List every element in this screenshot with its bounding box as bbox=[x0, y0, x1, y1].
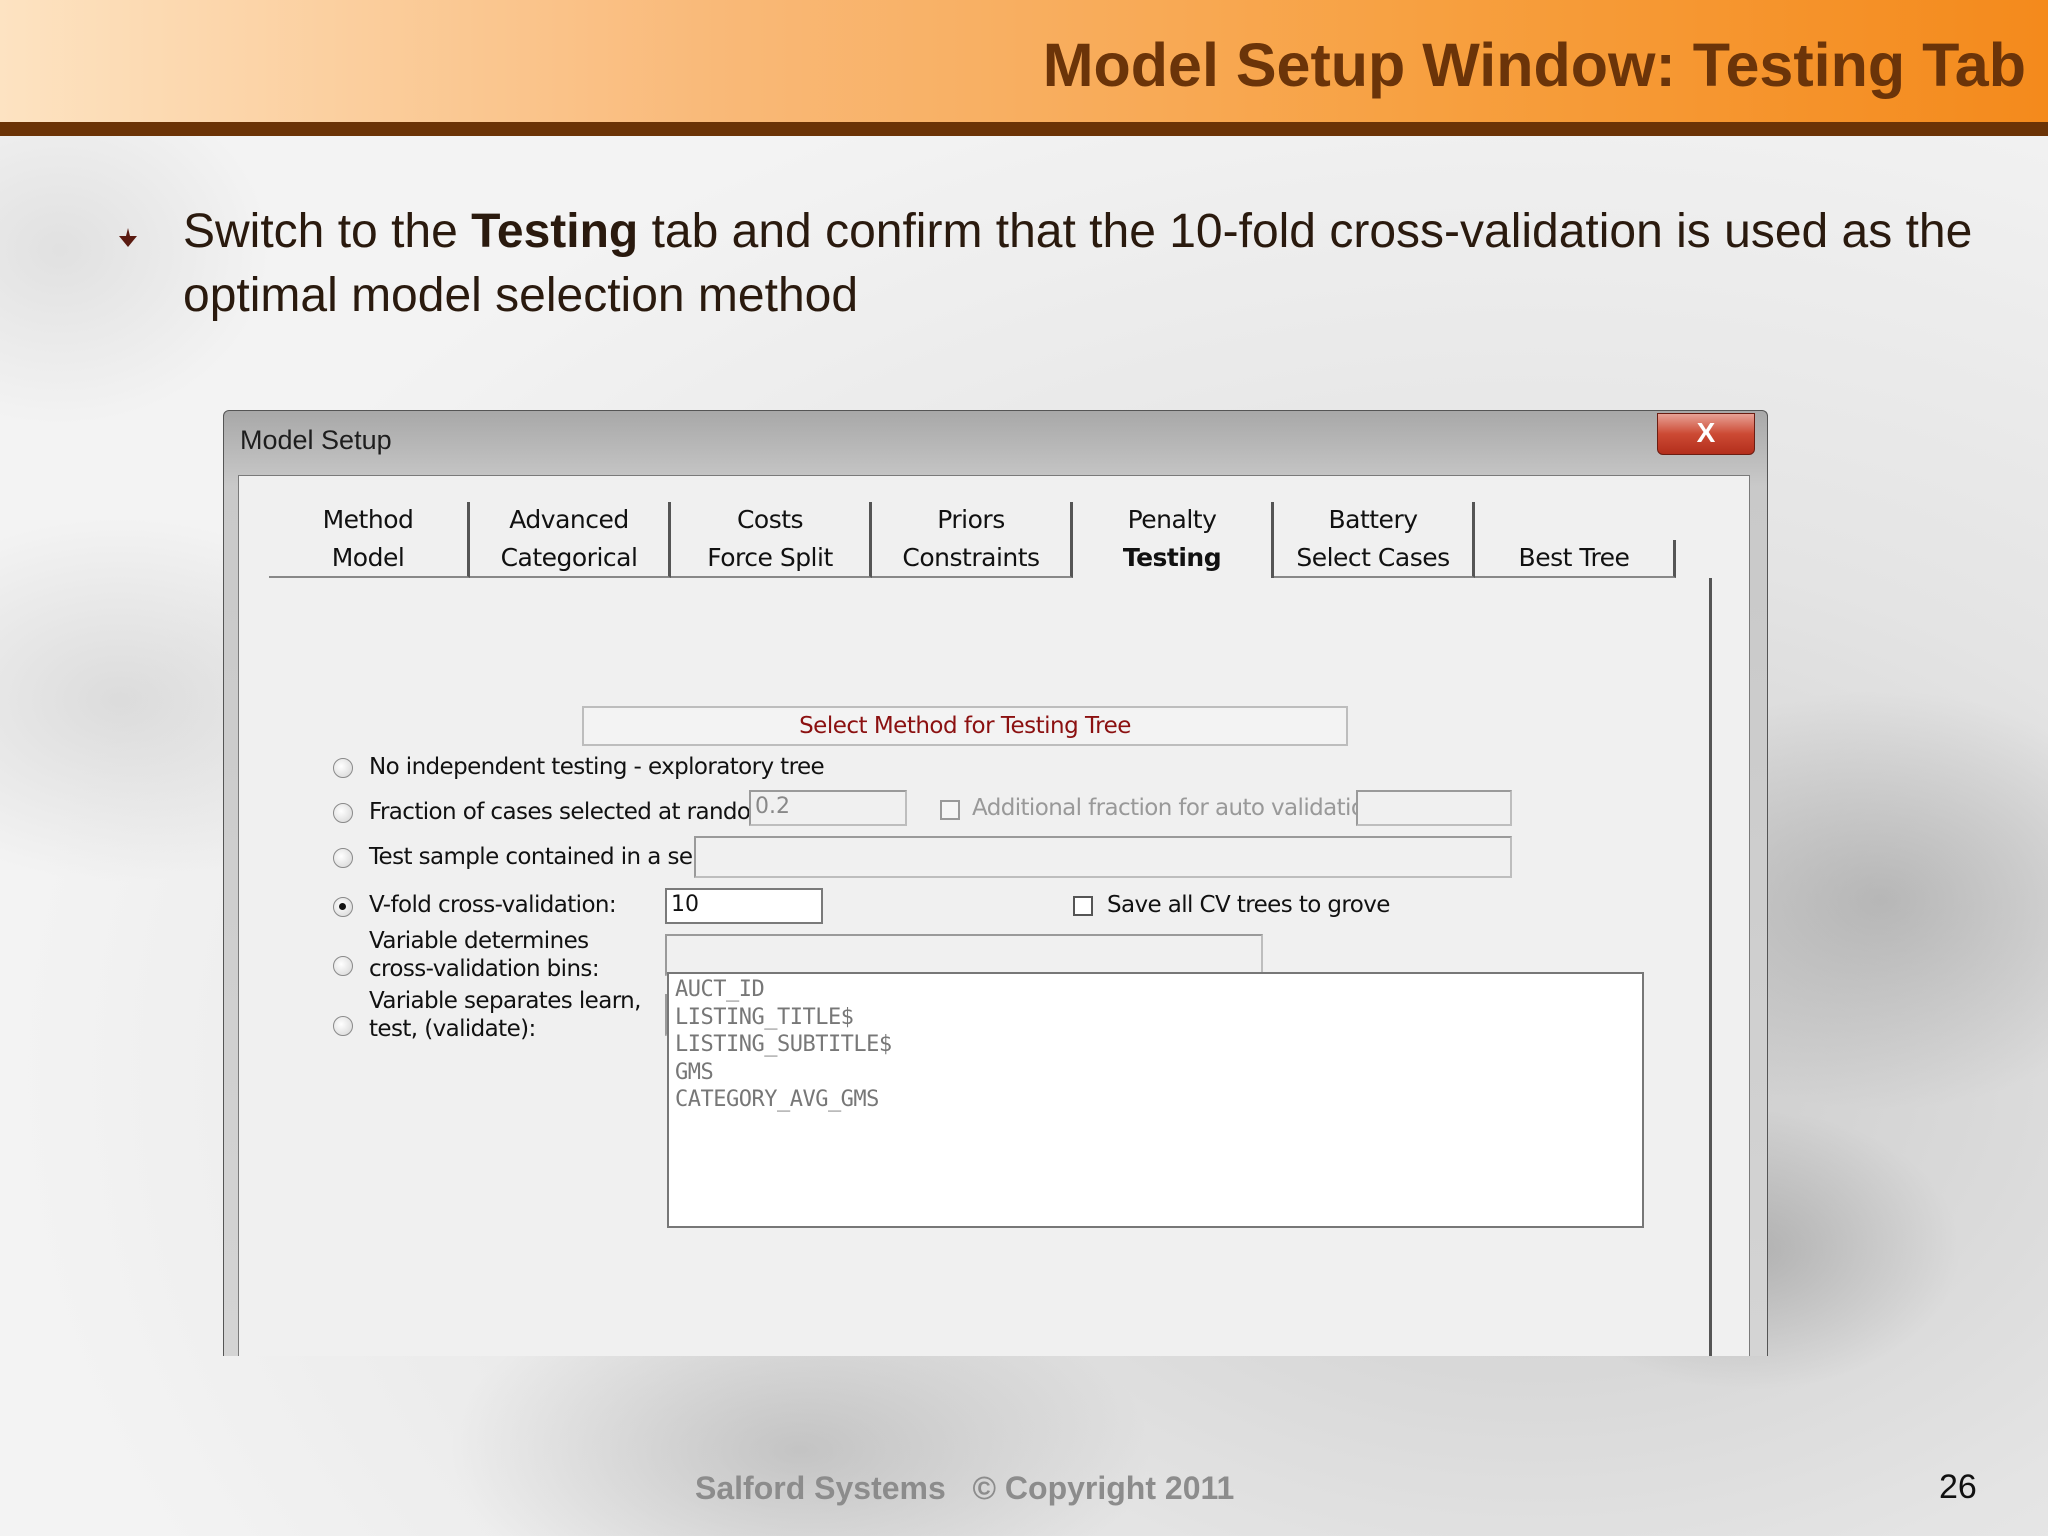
tab-priors[interactable]: Priors bbox=[872, 502, 1073, 540]
bullet-text-pre: Switch to the bbox=[183, 205, 472, 258]
vfold-input[interactable]: 10 bbox=[665, 888, 823, 924]
tab-select-cases[interactable]: Select Cases bbox=[1274, 540, 1475, 578]
testing-panel: Select Method for Testing Tree No indepe… bbox=[269, 578, 1712, 1356]
tab-force-split[interactable]: Force Split bbox=[671, 540, 872, 578]
list-item[interactable]: AUCT_ID bbox=[675, 976, 1636, 1004]
page-number: 26 bbox=[1939, 1468, 1977, 1506]
separate-file-input[interactable] bbox=[694, 836, 1512, 878]
list-item[interactable]: CATEGORY_AVG_GMS bbox=[675, 1086, 1636, 1114]
group-label: Select Method for Testing Tree bbox=[582, 706, 1348, 746]
label-save-cv: Save all CV trees to grove bbox=[1107, 892, 1390, 918]
tab-best-tree[interactable]: Best Tree bbox=[1475, 540, 1676, 578]
tab-advanced[interactable]: Advanced bbox=[470, 502, 671, 540]
label-variable-bins-1: Variable determines bbox=[369, 928, 589, 954]
dialog-client-area: Method Advanced Costs Priors Penalty Bat… bbox=[238, 475, 1750, 1356]
label-no-testing: No independent testing - exploratory tre… bbox=[369, 754, 825, 780]
label-variable-separates-1: Variable separates learn, bbox=[369, 988, 641, 1014]
bullet-text-bold: Testing bbox=[471, 205, 639, 258]
variable-bins-input[interactable] bbox=[665, 934, 1263, 976]
tab-row-front: Model Categorical Force Split Constraint… bbox=[269, 540, 1676, 578]
tab-method[interactable]: Method bbox=[269, 502, 470, 540]
tab-categorical[interactable]: Categorical bbox=[470, 540, 671, 578]
tab-constraints[interactable]: Constraints bbox=[872, 540, 1073, 578]
radio-separate-file[interactable] bbox=[333, 848, 353, 868]
model-setup-dialog: Model Setup X Method Advanced Costs Prio… bbox=[223, 410, 1768, 1356]
variable-listbox[interactable]: AUCT_ID LISTING_TITLE$ LISTING_SUBTITLE$… bbox=[667, 972, 1644, 1228]
additional-fraction-input[interactable] bbox=[1356, 790, 1512, 826]
tab-costs[interactable]: Costs bbox=[671, 502, 872, 540]
tab-penalty[interactable]: Penalty bbox=[1073, 502, 1274, 540]
label-variable-separates-2: test, (validate): bbox=[369, 1016, 536, 1042]
list-item[interactable]: LISTING_TITLE$ bbox=[675, 1004, 1636, 1032]
slide-title: Model Setup Window: Testing Tab bbox=[1042, 31, 2026, 99]
radio-variable-separates[interactable] bbox=[333, 1016, 353, 1036]
tab-row-back: Method Advanced Costs Priors Penalty Bat… bbox=[269, 502, 1475, 540]
close-button[interactable]: X bbox=[1657, 413, 1755, 455]
bullet-text: Switch to the Testing tab and confirm th… bbox=[183, 200, 1983, 328]
header-divider bbox=[0, 122, 2048, 136]
radio-vfold[interactable] bbox=[333, 897, 353, 917]
radio-fraction[interactable] bbox=[333, 803, 353, 823]
radio-variable-bins[interactable] bbox=[333, 956, 353, 976]
fraction-input[interactable]: 0.2 bbox=[749, 790, 907, 826]
radio-no-testing[interactable] bbox=[333, 758, 353, 778]
label-vfold: V-fold cross-validation: bbox=[369, 892, 617, 918]
tab-battery[interactable]: Battery bbox=[1274, 502, 1475, 540]
label-variable-bins-2: cross-validation bins: bbox=[369, 956, 600, 982]
dialog-title: Model Setup bbox=[240, 425, 392, 455]
bullet-arrow-icon bbox=[119, 228, 137, 247]
additional-fraction-checkbox[interactable] bbox=[940, 800, 960, 820]
tab-testing[interactable]: Testing bbox=[1073, 540, 1274, 578]
save-cv-checkbox[interactable] bbox=[1073, 896, 1093, 916]
slide-footer: Salford Systems © Copyright 2011 bbox=[695, 1470, 1235, 1506]
list-item[interactable]: LISTING_SUBTITLE$ bbox=[675, 1031, 1636, 1059]
list-item[interactable]: GMS bbox=[675, 1059, 1636, 1087]
label-additional-fraction: Additional fraction for auto validation: bbox=[972, 795, 1386, 821]
tab-model[interactable]: Model bbox=[269, 540, 470, 578]
